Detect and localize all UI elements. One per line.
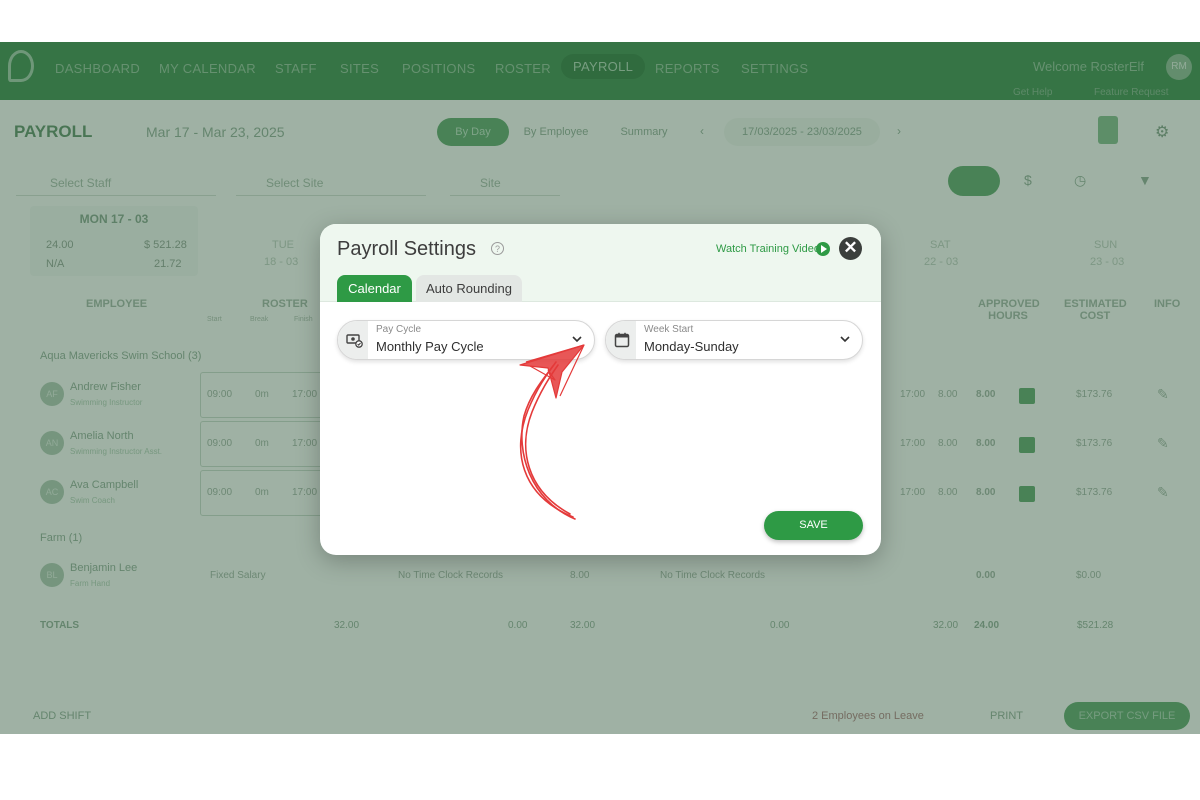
pay-cycle-icon-area [338,321,368,359]
close-button[interactable]: ✕ [839,237,862,260]
chevron-down-icon[interactable] [838,332,852,346]
play-icon[interactable] [816,242,830,256]
payroll-settings-modal: Payroll Settings ? Watch Training Video … [320,224,881,555]
week-start-value: Monday-Sunday [644,339,739,354]
chevron-down-icon[interactable] [570,332,584,346]
pay-cycle-label: Pay Cycle [376,324,422,335]
money-cycle-icon [346,334,363,348]
week-start-select[interactable]: Week Start Monday-Sunday [605,320,863,360]
save-button[interactable]: SAVE [764,511,863,540]
week-start-label: Week Start [644,324,694,335]
help-icon[interactable]: ? [491,242,504,255]
week-start-icon-area [606,321,636,359]
calendar-icon [614,332,630,348]
tab-auto-rounding[interactable]: Auto Rounding [416,275,522,302]
modal-title: Payroll Settings [337,238,476,260]
watch-training-video-link[interactable]: Watch Training Video [716,243,820,255]
modal-header: Payroll Settings ? Watch Training Video … [320,224,881,302]
tab-calendar[interactable]: Calendar [337,275,412,302]
pay-cycle-select[interactable]: Pay Cycle Monthly Pay Cycle [337,320,595,360]
pay-cycle-value: Monthly Pay Cycle [376,339,484,354]
